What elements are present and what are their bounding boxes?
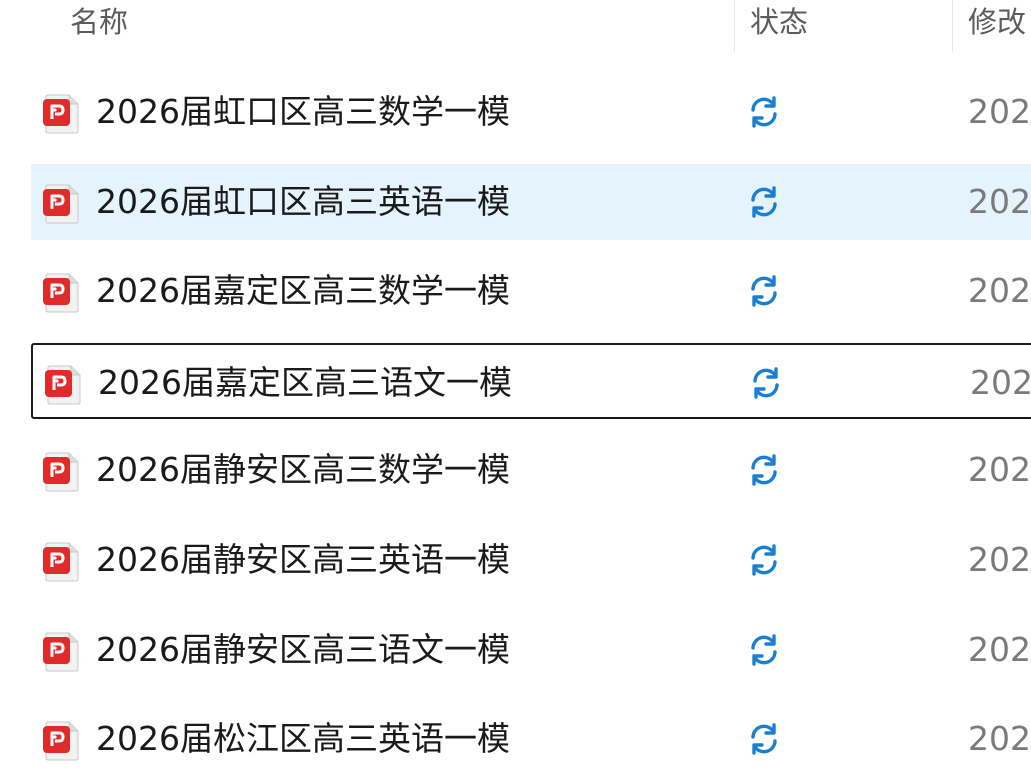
sync-pending-icon [747, 185, 781, 219]
file-row[interactable]: 2026届嘉定区高三数学一模 2025 [31, 253, 1031, 329]
sync-pending-icon [747, 274, 781, 308]
column-header-status[interactable]: 状态 [750, 0, 808, 52]
pdf-file-icon [43, 184, 81, 224]
modified-date: 2025 [968, 92, 1031, 131]
file-row[interactable]: 2026届静安区高三数学一模 2025 [31, 432, 1031, 508]
sync-pending-icon [747, 95, 781, 129]
sync-pending-icon [747, 453, 781, 487]
file-name: 2026届虹口区高三英语一模 [96, 181, 510, 221]
file-row[interactable]: 2026届虹口区高三数学一模 2025 [31, 74, 1031, 150]
file-name: 2026届松江区高三英语一模 [96, 719, 510, 759]
file-list-view: 名称 状态 修改 2026届虹口区高三数学一模20252026届虹口区高三英语一… [0, 0, 1031, 775]
file-name: 2026届虹口区高三数学一模 [96, 92, 510, 131]
file-row[interactable]: 2026届静安区高三语文一模 2025 [31, 612, 1031, 688]
modified-date: 2025 [970, 362, 1031, 402]
modified-date: 2025 [968, 450, 1031, 490]
pdf-file-icon [43, 94, 81, 134]
file-row[interactable]: 2026届虹口区高三英语一模 2025 [31, 163, 1031, 240]
pdf-file-icon [43, 452, 81, 492]
pdf-file-icon [45, 365, 83, 405]
column-header-modified[interactable]: 修改 [968, 0, 1026, 52]
pdf-file-icon [43, 632, 81, 672]
file-row[interactable]: 2026届静安区高三英语一模 2025 [31, 522, 1031, 598]
modified-date: 2025 [968, 271, 1031, 311]
column-header-bar: 名称 状态 修改 [0, 0, 1031, 52]
column-divider[interactable] [952, 0, 953, 52]
file-name: 2026届静安区高三英语一模 [96, 540, 510, 579]
sync-pending-icon [747, 543, 781, 577]
modified-date: 2025 [968, 719, 1031, 759]
sync-pending-icon [747, 722, 781, 756]
file-name: 2026届嘉定区高三语文一模 [98, 362, 512, 402]
file-name: 2026届静安区高三语文一模 [96, 629, 510, 669]
sync-pending-icon [747, 633, 781, 667]
modified-date: 2025 [968, 629, 1031, 669]
file-name: 2026届静安区高三数学一模 [96, 450, 510, 490]
file-name: 2026届嘉定区高三数学一模 [96, 271, 510, 311]
column-divider[interactable] [734, 0, 735, 52]
column-header-name[interactable]: 名称 [70, 0, 128, 52]
file-row[interactable]: 2026届嘉定区高三语文一模 2025 [31, 342, 1031, 419]
modified-date: 2025 [968, 181, 1031, 221]
file-row[interactable]: 2026届松江区高三英语一模 2025 [31, 701, 1031, 775]
pdf-file-icon [43, 542, 81, 582]
pdf-file-icon [43, 721, 81, 761]
pdf-file-icon [43, 273, 81, 313]
modified-date: 2025 [968, 540, 1031, 579]
sync-pending-icon [749, 366, 783, 400]
